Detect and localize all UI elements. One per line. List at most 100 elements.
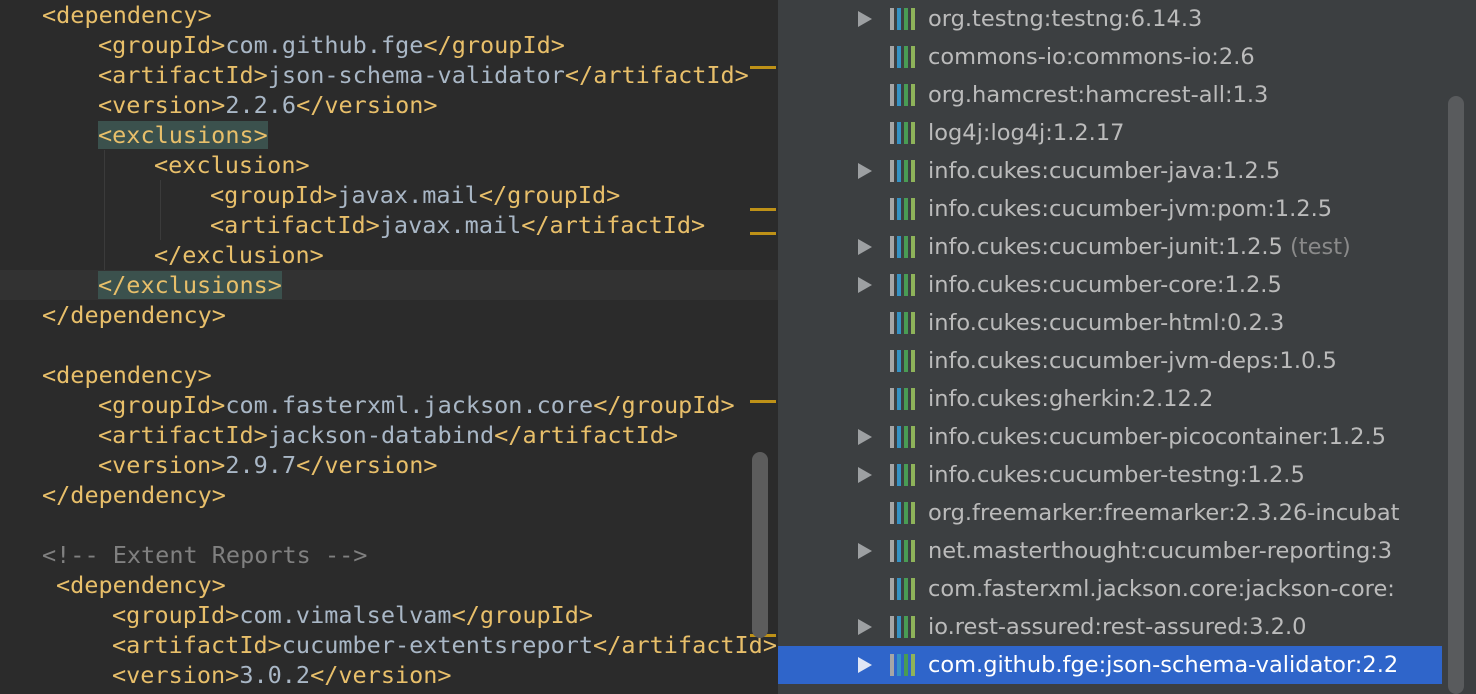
code-line[interactable]: </exclusion> bbox=[154, 240, 324, 270]
code-line[interactable]: <artifactId>json-schema-validator</artif… bbox=[98, 60, 749, 90]
tree-row[interactable]: log4j:log4j:1.2.17 bbox=[778, 114, 1442, 152]
code-line[interactable]: </dependency> bbox=[42, 300, 226, 330]
maven-dependency-tree[interactable]: org.testng:testng:6.14.3 commons-io:comm… bbox=[778, 0, 1476, 694]
tree-row[interactable]: commons-io:commons-io:2.6 bbox=[778, 38, 1442, 76]
xml-tag-matched: <exclusions> bbox=[98, 121, 268, 149]
tree-row[interactable]: org.testng:testng:6.14.3 bbox=[778, 0, 1442, 38]
xml-tag: </dependency> bbox=[42, 481, 226, 509]
dependency-label: net.masterthought:cucumber-reporting:3 bbox=[928, 538, 1393, 564]
xml-tag: </version> bbox=[296, 451, 438, 479]
xml-tag: </artifactId> bbox=[494, 421, 679, 449]
xml-tag: </version> bbox=[296, 91, 438, 119]
code-line[interactable]: <exclusions> bbox=[98, 120, 268, 150]
dependency-label: org.testng:testng:6.14.3 bbox=[928, 6, 1203, 32]
xml-tag: </groupId> bbox=[451, 601, 594, 629]
code-line[interactable]: <artifactId>javax.mail</artifactId> bbox=[210, 210, 705, 240]
expand-arrow-icon[interactable] bbox=[858, 11, 872, 27]
tree-row-partial[interactable] bbox=[778, 686, 1442, 694]
maven-library-icon bbox=[890, 502, 918, 524]
xml-tag: <groupId> bbox=[98, 391, 226, 419]
code-line[interactable]: <!-- Extent Reports --> bbox=[42, 540, 367, 570]
code-line[interactable]: <dependency> bbox=[42, 360, 212, 390]
code-editor[interactable]: <dependency> <groupId>com.github.fge</gr… bbox=[0, 0, 778, 694]
xml-tag: <dependency> bbox=[56, 571, 226, 599]
tree-row[interactable]: org.hamcrest:hamcrest-all:1.3 bbox=[778, 76, 1442, 114]
xml-value: javax.mail bbox=[337, 181, 479, 209]
expand-arrow-icon[interactable] bbox=[858, 543, 872, 559]
tree-row-selected[interactable]: com.github.fge:json-schema-validator:2.2 bbox=[778, 646, 1442, 684]
tree-row[interactable]: info.cukes:cucumber-junit:1.2.5 (test) bbox=[778, 228, 1442, 266]
xml-tag: <exclusion> bbox=[154, 151, 310, 179]
xml-tag: </artifactId> bbox=[521, 211, 706, 239]
dependency-label: info.cukes:cucumber-java:1.2.5 bbox=[928, 158, 1281, 184]
editor-scrollbar-thumb[interactable] bbox=[752, 452, 768, 638]
tree-row[interactable]: net.masterthought:cucumber-reporting:3 bbox=[778, 532, 1442, 570]
maven-library-icon bbox=[890, 198, 918, 220]
xml-tag: </exclusion> bbox=[154, 241, 324, 269]
expand-arrow-icon[interactable] bbox=[858, 429, 872, 445]
code-line[interactable]: <groupId>com.github.fge</groupId> bbox=[98, 30, 565, 60]
xml-tag: <version> bbox=[112, 661, 240, 689]
xml-value: 3.0.2 bbox=[239, 661, 311, 689]
tree-row[interactable]: org.freemarker:freemarker:2.3.26-incubat bbox=[778, 494, 1442, 532]
maven-library-icon bbox=[890, 350, 918, 372]
code-line[interactable]: </exclusions> bbox=[98, 270, 282, 300]
xml-value: com.fasterxml.jackson.core bbox=[225, 391, 594, 419]
tree-row[interactable]: info.cukes:cucumber-testng:1.2.5 bbox=[778, 456, 1442, 494]
expand-arrow-icon[interactable] bbox=[858, 657, 872, 673]
code-line[interactable]: <dependency> bbox=[56, 570, 226, 600]
tree-row[interactable]: info.cukes:cucumber-core:1.2.5 bbox=[778, 266, 1442, 304]
xml-comment: <!-- Extent Reports --> bbox=[42, 541, 368, 569]
code-line[interactable]: <groupId>com.vimalselvam</groupId> bbox=[112, 600, 593, 630]
code-line[interactable]: <groupId>com.fasterxml.jackson.core</gro… bbox=[98, 390, 735, 420]
maven-library-icon bbox=[890, 236, 918, 258]
maven-library-icon bbox=[890, 274, 918, 296]
dependency-label: com.github.fge:json-schema-validator:2.2 bbox=[928, 652, 1399, 678]
xml-value: cucumber-extentsreport bbox=[281, 631, 594, 659]
code-line[interactable]: <dependency> bbox=[42, 0, 212, 30]
tree-row[interactable]: info.cukes:cucumber-picocontainer:1.2.5 bbox=[778, 418, 1442, 456]
code-line[interactable]: <exclusion> bbox=[154, 150, 310, 180]
code-line[interactable]: <artifactId>cucumber-extentsreport</arti… bbox=[112, 630, 777, 660]
dependency-label: info.cukes:cucumber-html:0.2.3 bbox=[928, 310, 1285, 336]
tree-row[interactable]: com.fasterxml.jackson.core:jackson-core: bbox=[778, 570, 1442, 608]
dependency-label: info.cukes:cucumber-testng:1.2.5 bbox=[928, 462, 1305, 488]
xml-value: com.github.fge bbox=[225, 31, 424, 59]
code-line[interactable]: <version>3.0.2</version> bbox=[112, 660, 452, 690]
xml-value: com.vimalselvam bbox=[239, 601, 452, 629]
tree-row[interactable]: info.cukes:gherkin:2.12.2 bbox=[778, 380, 1442, 418]
xml-tag: <groupId> bbox=[98, 31, 226, 59]
tree-row[interactable]: info.cukes:cucumber-jvm-deps:1.0.5 bbox=[778, 342, 1442, 380]
change-marker[interactable] bbox=[750, 66, 776, 69]
dependency-label: commons-io:commons-io:2.6 bbox=[928, 44, 1255, 70]
code-line[interactable]: <artifactId>jackson-databind</artifactId… bbox=[98, 420, 678, 450]
xml-tag: <artifactId> bbox=[210, 211, 380, 239]
code-line[interactable]: </dependency> bbox=[42, 480, 226, 510]
tree-row[interactable]: info.cukes:cucumber-java:1.2.5 bbox=[778, 152, 1442, 190]
dependency-label: info.cukes:cucumber-core:1.2.5 bbox=[928, 272, 1282, 298]
change-marker[interactable] bbox=[750, 208, 776, 211]
code-line[interactable]: <groupId>javax.mail</groupId> bbox=[210, 180, 620, 210]
tree-row[interactable]: info.cukes:cucumber-html:0.2.3 bbox=[778, 304, 1442, 342]
dependency-label: org.hamcrest:hamcrest-all:1.3 bbox=[928, 82, 1269, 108]
tree-row[interactable]: io.rest-assured:rest-assured:3.2.0 bbox=[778, 608, 1442, 646]
code-line[interactable]: <version>2.9.7</version> bbox=[98, 450, 438, 480]
expand-arrow-icon[interactable] bbox=[858, 619, 872, 635]
expand-arrow-icon[interactable] bbox=[858, 163, 872, 179]
change-marker[interactable] bbox=[750, 232, 776, 235]
xml-tag: <dependency> bbox=[42, 1, 212, 29]
code-line[interactable]: <version>2.2.6</version> bbox=[98, 90, 438, 120]
change-marker[interactable] bbox=[750, 400, 776, 403]
dependency-label: com.fasterxml.jackson.core:jackson-core: bbox=[928, 576, 1395, 602]
tree-scrollbar-thumb[interactable] bbox=[1448, 96, 1464, 694]
xml-tag: <artifactId> bbox=[98, 61, 268, 89]
xml-tag: </artifactId> bbox=[564, 61, 749, 89]
expand-arrow-icon[interactable] bbox=[858, 239, 872, 255]
tree-row[interactable]: info.cukes:cucumber-jvm:pom:1.2.5 bbox=[778, 190, 1442, 228]
maven-library-icon bbox=[890, 84, 918, 106]
maven-library-icon bbox=[890, 426, 918, 448]
expand-arrow-icon[interactable] bbox=[858, 277, 872, 293]
expand-arrow-icon[interactable] bbox=[858, 467, 872, 483]
xml-tag: </groupId> bbox=[593, 391, 735, 419]
maven-library-icon bbox=[890, 654, 918, 676]
